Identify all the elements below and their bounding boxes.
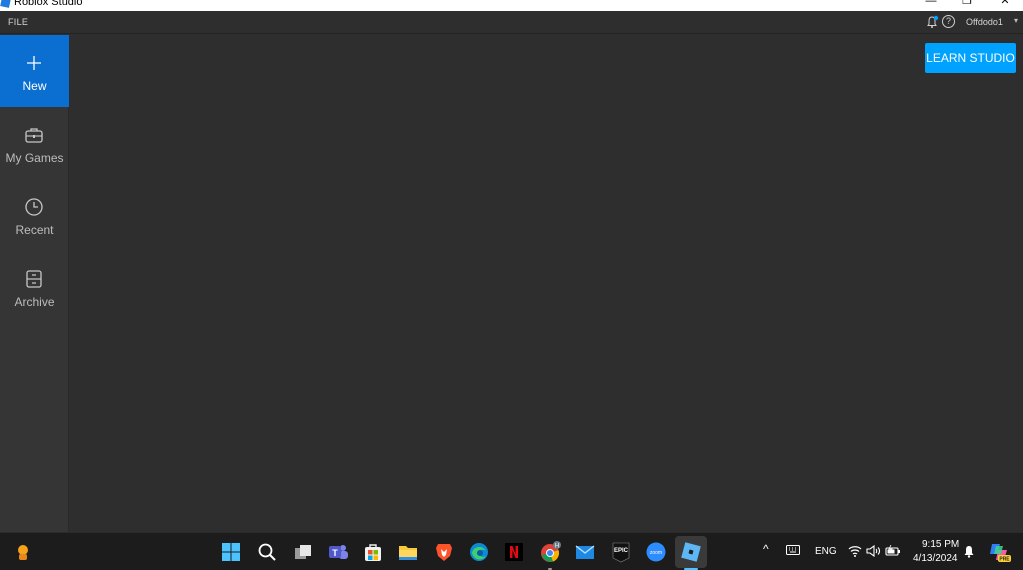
sidebar-item-label: Archive — [14, 295, 55, 309]
close-button[interactable]: ✕ — [990, 0, 1020, 7]
mail-icon[interactable] — [574, 541, 596, 563]
wifi-icon[interactable] — [848, 545, 862, 557]
sidebar-item-my-games[interactable]: My Games — [0, 107, 69, 179]
maximize-button[interactable]: ❐ — [952, 0, 982, 7]
briefcase-icon — [25, 128, 43, 143]
svg-text:T: T — [332, 548, 338, 558]
window-title-bar: Roblox Studio — ❐ ✕ — [0, 0, 1023, 11]
netflix-icon[interactable] — [503, 541, 525, 563]
file-menu[interactable]: FILE — [8, 17, 28, 27]
show-hidden-icons-chevron[interactable]: ^ — [763, 542, 769, 556]
user-dropdown-caret-icon[interactable]: ▾ — [1014, 16, 1018, 25]
copilot-icon[interactable]: PRE — [987, 540, 1011, 564]
language-indicator[interactable]: ENG — [815, 546, 837, 557]
chrome-browser-icon[interactable]: H — [539, 541, 561, 563]
file-explorer-icon[interactable] — [397, 541, 419, 563]
teams-icon[interactable]: T — [327, 541, 349, 563]
sidebar-item-new[interactable]: New — [0, 35, 69, 107]
task-view-icon[interactable] — [292, 541, 314, 563]
brave-browser-icon[interactable] — [433, 541, 455, 563]
help-icon[interactable]: ? — [942, 15, 955, 28]
sidebar: New My Games Recent Archive — [0, 35, 69, 532]
microsoft-store-icon[interactable] — [362, 541, 384, 563]
sidebar-item-label: Recent — [15, 223, 54, 237]
window-title: Roblox Studio — [14, 0, 83, 8]
battery-icon[interactable] — [885, 545, 901, 557]
keyboard-icon[interactable] — [786, 545, 800, 555]
sidebar-item-label: New — [22, 79, 47, 93]
copilot-preview-badge: PRE — [999, 557, 1010, 563]
edge-browser-icon[interactable] — [468, 541, 490, 563]
clock-time[interactable]: 9:15 PM — [922, 539, 959, 550]
notification-center-bell-icon[interactable] — [963, 545, 975, 558]
sidebar-item-archive[interactable]: Archive — [0, 251, 69, 323]
plus-icon — [27, 56, 41, 70]
learn-studio-button[interactable]: LEARN STUDIO — [925, 43, 1016, 73]
roblox-studio-icon[interactable] — [680, 541, 702, 563]
sidebar-item-recent[interactable]: Recent — [0, 179, 69, 251]
search-icon[interactable] — [256, 541, 278, 563]
archive-box-icon — [26, 270, 42, 288]
clock-date[interactable]: 4/13/2024 — [913, 553, 958, 564]
zoom-icon[interactable]: zoom — [645, 541, 667, 563]
epic-games-label: EPIC — [614, 548, 629, 554]
widgets-weather-icon[interactable] — [12, 541, 34, 563]
notifications-bell-icon[interactable] — [925, 15, 939, 29]
roblox-studio-app-icon — [0, 0, 11, 8]
clock-icon — [25, 198, 43, 216]
epic-games-icon[interactable]: EPIC — [610, 541, 632, 563]
windows-start-icon[interactable] — [220, 541, 242, 563]
menu-bar: FILE ? Offdodo1 ▾ — [0, 11, 1023, 34]
minimize-button[interactable]: — — [916, 0, 946, 7]
sidebar-item-label: My Games — [5, 151, 64, 165]
username-label[interactable]: Offdodo1 — [966, 17, 1003, 27]
zoom-label: zoom — [650, 550, 662, 556]
volume-icon[interactable] — [866, 545, 881, 557]
main-content-area — [70, 35, 1023, 532]
windows-taskbar: T H EPIC zoom ^ ENG 9:15 PM 4/13/2024 PR… — [0, 532, 1023, 570]
chrome-profile-badge: H — [555, 544, 559, 550]
